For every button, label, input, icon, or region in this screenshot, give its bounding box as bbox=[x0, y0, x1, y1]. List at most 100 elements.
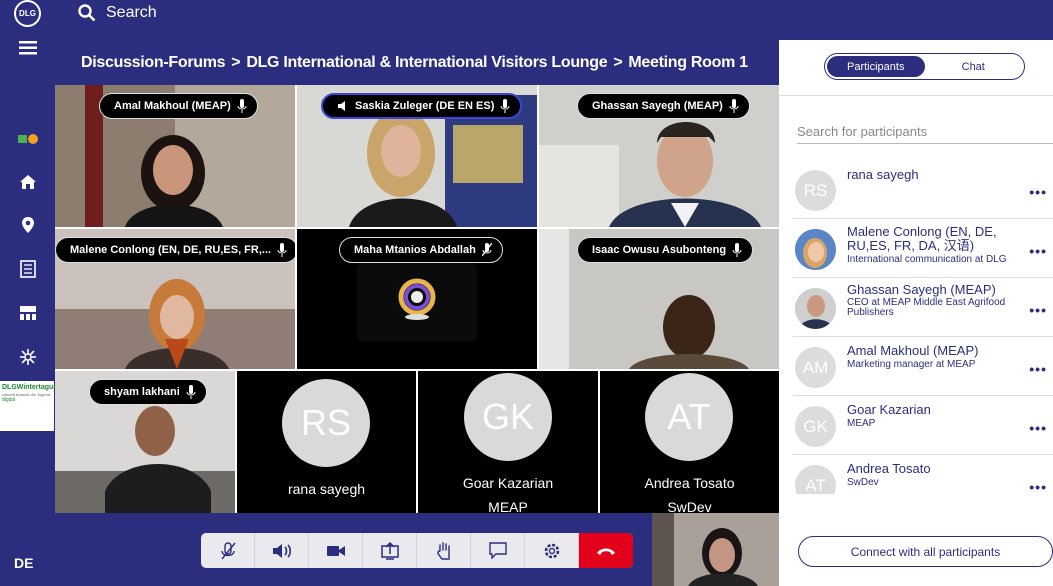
video-tile[interactable]: RS rana sayegh bbox=[237, 371, 416, 513]
breadcrumb-separator: > bbox=[613, 53, 623, 71]
avatar: RS bbox=[795, 170, 836, 211]
panel-tabs: Participants Chat bbox=[824, 53, 1025, 80]
mic-icon bbox=[237, 99, 247, 113]
wintertagung-ad[interactable]: DLGWintertagung zukunft braucht die Juge… bbox=[0, 381, 62, 431]
participant-search-input[interactable] bbox=[797, 120, 1053, 144]
participant-name: Saskia Zuleger (DE EN ES) bbox=[355, 100, 495, 112]
self-view-video[interactable] bbox=[652, 513, 779, 586]
camera-button[interactable] bbox=[309, 533, 363, 568]
video-tile[interactable]: GK Goar Kazarian MEAP bbox=[418, 371, 598, 513]
participant-name: Malene Conlong (EN, DE, RU,ES, FR,... bbox=[70, 244, 272, 256]
hang-up-icon bbox=[597, 548, 615, 555]
participant-subtitle: CEO at MEAP Middle East Agrifood Publish… bbox=[847, 297, 1006, 318]
more-options-button[interactable]: ••• bbox=[1029, 420, 1047, 436]
menu-icon[interactable] bbox=[17, 37, 39, 59]
catalog-icon[interactable] bbox=[17, 258, 39, 280]
participant-name: rana sayegh bbox=[847, 167, 919, 182]
speaker-button[interactable] bbox=[255, 533, 309, 568]
participant-subtitle: SwDev bbox=[847, 477, 879, 488]
home-icon[interactable] bbox=[17, 171, 39, 193]
participant-name-tag: Saskia Zuleger (DE EN ES) bbox=[321, 93, 523, 119]
speaker-icon bbox=[272, 543, 291, 558]
location-pin-icon[interactable] bbox=[17, 214, 39, 236]
dlg-logo[interactable]: DLG bbox=[14, 0, 41, 27]
participant-name: rana sayegh bbox=[287, 481, 366, 497]
global-search[interactable]: Search bbox=[78, 2, 157, 24]
mic-icon bbox=[729, 99, 739, 113]
participant-company: SwDev bbox=[667, 499, 712, 513]
video-tile[interactable]: Ghassan Sayegh (MEAP) bbox=[539, 85, 779, 227]
breadcrumb-item-room: Meeting Room 1 bbox=[628, 53, 748, 71]
tab-participants[interactable]: Participants bbox=[827, 56, 925, 77]
participant-name-tag: shyam lakhani bbox=[89, 379, 207, 405]
speaking-icon bbox=[338, 101, 345, 111]
breadcrumb-item-forums[interactable]: Discussion-Forums bbox=[81, 54, 226, 72]
avatar: AT bbox=[795, 465, 836, 494]
avatar bbox=[795, 288, 836, 329]
participant-list: RS rana sayegh ••• Malene Conlong (EN, D… bbox=[793, 160, 1053, 494]
tab-chat[interactable]: Chat bbox=[925, 56, 1023, 77]
raise-hand-icon bbox=[436, 541, 450, 560]
breadcrumb-separator: > bbox=[231, 53, 241, 71]
list-item[interactable]: AT Andrea Tosato SwDev ••• bbox=[793, 455, 1053, 494]
left-sidebar: DLG DLGWintertagung zukunft braucht die … bbox=[0, 0, 62, 586]
more-options-button[interactable]: ••• bbox=[1029, 302, 1047, 318]
mute-mic-icon bbox=[220, 541, 236, 559]
breadcrumb-item-lounge[interactable]: DLG International & International Visito… bbox=[246, 54, 607, 72]
trophy-icon[interactable] bbox=[17, 128, 39, 150]
video-tile[interactable]: Amal Makhoul (MEAP) bbox=[55, 85, 295, 227]
network-icon[interactable] bbox=[17, 346, 39, 368]
participant-name: Ghassan Sayegh (MEAP) bbox=[592, 100, 723, 112]
participant-name: Maha Mtanios Abdallah bbox=[354, 244, 476, 256]
meeting-app: DLG DLGWintertagung zukunft braucht die … bbox=[0, 0, 1053, 586]
video-tile[interactable]: Malene Conlong (EN, DE, RU,ES, FR,... bbox=[55, 229, 295, 369]
hang-up-button[interactable] bbox=[579, 533, 633, 568]
more-options-button[interactable]: ••• bbox=[1029, 243, 1047, 259]
call-toolbar bbox=[201, 533, 633, 568]
avatar: AM bbox=[795, 347, 836, 388]
list-item[interactable]: AM Amal Makhoul (MEAP) Marketing manager… bbox=[793, 337, 1053, 396]
more-options-button[interactable]: ••• bbox=[1029, 479, 1047, 494]
breadcrumb: Discussion-Forums > DLG International & … bbox=[55, 40, 779, 85]
more-options-button[interactable]: ••• bbox=[1029, 361, 1047, 377]
list-item[interactable]: GK Goar Kazarian MEAP ••• bbox=[793, 396, 1053, 455]
video-tile[interactable]: AT Andrea Tosato SwDev bbox=[600, 371, 779, 513]
settings-icon bbox=[544, 543, 559, 558]
avatar: GK bbox=[795, 406, 836, 447]
participant-subtitle: International communication at DLG bbox=[847, 254, 1007, 265]
mic-icon bbox=[500, 99, 510, 113]
self-view-image bbox=[652, 513, 779, 586]
mic-muted-icon bbox=[481, 243, 492, 257]
participant-name: Amal Makhoul (MEAP) bbox=[847, 343, 979, 358]
raise-hand-button[interactable] bbox=[417, 533, 471, 568]
ad-title: DLGWintertagung bbox=[2, 384, 62, 391]
language-switch[interactable]: DE bbox=[14, 555, 33, 571]
settings-button[interactable] bbox=[525, 533, 579, 568]
video-tile[interactable]: Maha Mtanios Abdallah bbox=[297, 229, 537, 369]
chat-button[interactable] bbox=[471, 533, 525, 568]
participant-name: Andrea Tosato bbox=[847, 461, 931, 476]
connect-all-button[interactable]: Connect with all participants bbox=[798, 536, 1053, 567]
mic-icon bbox=[186, 385, 196, 399]
mic-icon bbox=[732, 243, 742, 257]
video-tile[interactable]: Saskia Zuleger (DE EN ES) bbox=[297, 85, 537, 227]
participant-name: shyam lakhani bbox=[104, 386, 180, 398]
participant-subtitle: MEAP bbox=[847, 418, 876, 429]
mute-mic-button[interactable] bbox=[201, 533, 255, 568]
list-item[interactable]: RS rana sayegh ••• bbox=[793, 160, 1053, 219]
share-screen-icon bbox=[380, 541, 399, 560]
participant-subtitle: Marketing manager at MEAP bbox=[847, 359, 976, 370]
video-tile[interactable]: Isaac Owusu Asubonteng bbox=[539, 229, 779, 369]
exhibitor-icon[interactable] bbox=[17, 302, 39, 324]
camera-icon bbox=[326, 545, 345, 556]
list-item[interactable]: Ghassan Sayegh (MEAP) CEO at MEAP Middle… bbox=[793, 278, 1053, 337]
participant-name: Amal Makhoul (MEAP) bbox=[114, 100, 231, 112]
list-item[interactable]: Malene Conlong (EN, DE, RU,ES, FR, DA, 汉… bbox=[793, 219, 1053, 278]
share-screen-button[interactable] bbox=[363, 533, 417, 568]
avatar-photo bbox=[795, 229, 836, 270]
more-options-button[interactable]: ••• bbox=[1029, 184, 1047, 200]
search-label: Search bbox=[106, 4, 157, 21]
video-tile[interactable]: shyam lakhani bbox=[55, 371, 235, 513]
participant-name: Ghassan Sayegh (MEAP) bbox=[847, 282, 996, 297]
avatar-photo bbox=[795, 288, 836, 329]
